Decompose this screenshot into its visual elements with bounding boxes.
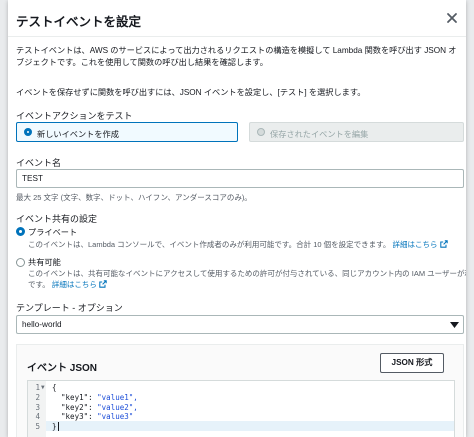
create-new-event-option[interactable]: 新しいイベントを作成 bbox=[16, 122, 238, 142]
code-line: { bbox=[52, 383, 57, 392]
modal-instruction: イベントを保存せずに関数を呼び出すには、JSON イベントを設定し、[テスト] … bbox=[16, 88, 366, 97]
radio-disabled-icon bbox=[257, 128, 265, 136]
event-name-label: イベント名 bbox=[16, 158, 62, 168]
line-number: 3 bbox=[35, 403, 40, 412]
code-line: "key2": "value2", bbox=[61, 403, 138, 412]
template-select-value: hello-world bbox=[22, 320, 62, 329]
event-json-panel: イベント JSON JSON 形式 1 ▼ { 2 "key1": "value… bbox=[16, 344, 464, 437]
line-number: 5 bbox=[35, 422, 40, 431]
json-key: "key1" bbox=[61, 393, 89, 402]
code-line: "key3": "value3" bbox=[61, 412, 134, 421]
caret-down-icon bbox=[450, 322, 459, 328]
fold-arrow-icon[interactable]: ▼ bbox=[41, 384, 45, 391]
shareable-desc2-text: です。 bbox=[28, 280, 50, 289]
text-cursor bbox=[58, 422, 59, 431]
json-value: "value1", bbox=[97, 393, 138, 402]
test-event-modal: テストイベントを設定 テストイベントは、AWS のサービスによって出力されるリク… bbox=[8, 0, 466, 437]
sharing-label: イベント共有の設定 bbox=[16, 214, 98, 224]
external-link-icon bbox=[439, 240, 448, 248]
line-number: 2 bbox=[35, 393, 40, 402]
shareable-description: このイベントは、共有可能なイベントにアクセスして使用するための許可が付与されてい… bbox=[28, 269, 466, 278]
link-text: 詳細はこちら bbox=[51, 280, 97, 289]
shareable-radio[interactable] bbox=[16, 258, 25, 267]
code-line: "key1": "value1", bbox=[61, 393, 138, 402]
edit-saved-event-option: 保存されたイベントを編集 bbox=[249, 122, 464, 142]
active-line-highlight bbox=[46, 421, 454, 431]
modal-header: テストイベントを設定 bbox=[8, 0, 466, 37]
private-title: プライベート bbox=[28, 228, 78, 237]
event-action-label: イベントアクションをテスト bbox=[16, 111, 133, 121]
json-key: "key2" bbox=[61, 403, 89, 412]
event-name-value: TEST bbox=[22, 174, 43, 183]
line-number: 1 bbox=[35, 383, 40, 392]
shareable-description-cont: です。 詳細はこちら bbox=[28, 279, 107, 290]
link-text: 詳細はこちら bbox=[392, 240, 438, 249]
modal-title: テストイベントを設定 bbox=[16, 15, 142, 29]
json-value: "value2", bbox=[97, 403, 138, 412]
json-value: "value3" bbox=[97, 412, 134, 421]
private-radio[interactable] bbox=[16, 227, 25, 236]
line-number: 4 bbox=[35, 412, 40, 421]
event-name-hint: 最大 25 文字 (文字、数字、ドット、ハイフン、アンダースコアのみ)。 bbox=[16, 193, 252, 202]
edit-saved-event-label: 保存されたイベントを編集 bbox=[270, 130, 369, 139]
json-code-editor[interactable]: 1 ▼ { 2 "key1": "value1", 3 "key2": "val… bbox=[27, 380, 455, 437]
radio-selected-icon bbox=[24, 128, 32, 136]
template-select[interactable]: hello-world bbox=[16, 315, 464, 334]
close-icon[interactable] bbox=[444, 10, 460, 26]
create-new-event-label: 新しいイベントを作成 bbox=[37, 130, 119, 139]
private-desc-text: このイベントは、Lambda コンソールで、イベント作成者のみが利用可能です。合… bbox=[28, 240, 391, 249]
json-key: "key3" bbox=[61, 412, 89, 421]
modal-description: テストイベントは、AWS のサービスによって出力されるリクエストの構造を模擬して… bbox=[16, 46, 457, 67]
shareable-title: 共有可能 bbox=[28, 258, 61, 267]
private-description: このイベントは、Lambda コンソールで、イベント作成者のみが利用可能です。合… bbox=[28, 239, 448, 250]
private-learn-more-link[interactable]: 詳細はこちら bbox=[393, 240, 448, 249]
template-label: テンプレート - オプション bbox=[16, 303, 123, 313]
shareable-learn-more-link[interactable]: 詳細はこちら bbox=[52, 280, 107, 289]
event-json-title: イベント JSON bbox=[27, 363, 98, 374]
code-line: } bbox=[52, 422, 57, 431]
json-format-button[interactable]: JSON 形式 bbox=[380, 353, 444, 373]
external-link-icon bbox=[99, 280, 107, 288]
event-name-input[interactable]: TEST bbox=[16, 169, 464, 188]
